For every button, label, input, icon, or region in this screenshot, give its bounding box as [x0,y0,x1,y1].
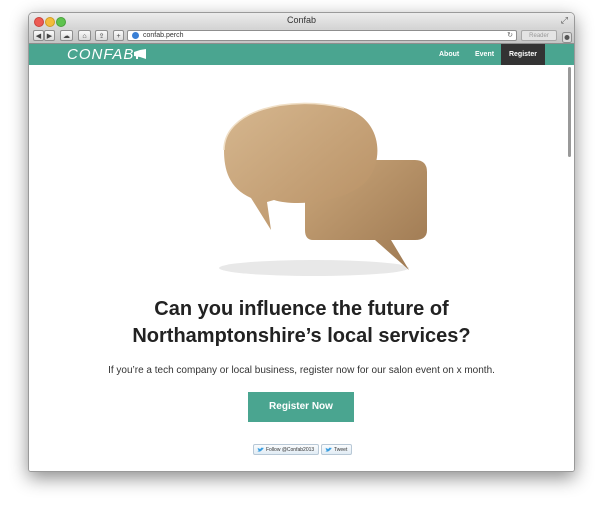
fullscreen-icon[interactable]: ⤢ [561,15,568,26]
twitter-bird-icon [257,447,264,452]
headline-line-2: Northamptonshire’s local services? [132,325,471,347]
headline-line-1: Can you influence the future of [154,298,449,320]
new-tab-button[interactable]: + [113,30,124,41]
tweet-label: Tweet [334,447,348,453]
home-icon[interactable]: ⌂ [78,30,91,41]
downloads-icon[interactable] [562,30,572,43]
nav-event[interactable]: Event [475,44,494,65]
address-bar[interactable]: confab.perch ↻ [127,30,517,41]
forward-button[interactable]: ▶ [44,30,55,41]
window-title: Confab [286,15,317,25]
tweet-button[interactable]: Tweet [321,444,353,455]
icloud-icon[interactable]: ☁ [60,30,73,41]
browser-window: Confab ⤢ ◀ ▶ ☁ ⌂ ⇪ + confab.perch ↻ Read… [28,12,575,472]
megaphone-icon [134,49,146,59]
vertical-scrollbar[interactable] [568,67,571,157]
nav-register[interactable]: Register [501,44,545,65]
twitter-bird-icon [325,447,332,452]
site-navbar: CONFAB About Event Register [29,44,574,65]
site-logo[interactable]: CONFAB [67,46,134,63]
follow-label: Follow @Confab2013 [266,447,315,453]
page-content: Can you influence the future of Northamp… [29,65,574,471]
title-bar: Confab ⤢ [29,13,574,29]
hero-subtext: If you’re a tech company or local busine… [108,365,495,376]
nav-about[interactable]: About [439,44,459,65]
register-now-button[interactable]: Register Now [248,392,354,422]
back-button[interactable]: ◀ [33,30,44,41]
twitter-follow-button[interactable]: Follow @Confab2013 [253,444,320,455]
speech-bubbles-illustration [219,102,427,276]
share-icon[interactable]: ⇪ [95,30,108,41]
url-text: confab.perch [143,32,184,39]
reload-icon[interactable]: ↻ [507,31,513,41]
section-divider [124,471,479,472]
browser-toolbar: ◀ ▶ ☁ ⌂ ⇪ + confab.perch ↻ Reader [29,29,574,44]
reader-button[interactable]: Reader [521,30,557,41]
globe-icon [132,32,139,39]
